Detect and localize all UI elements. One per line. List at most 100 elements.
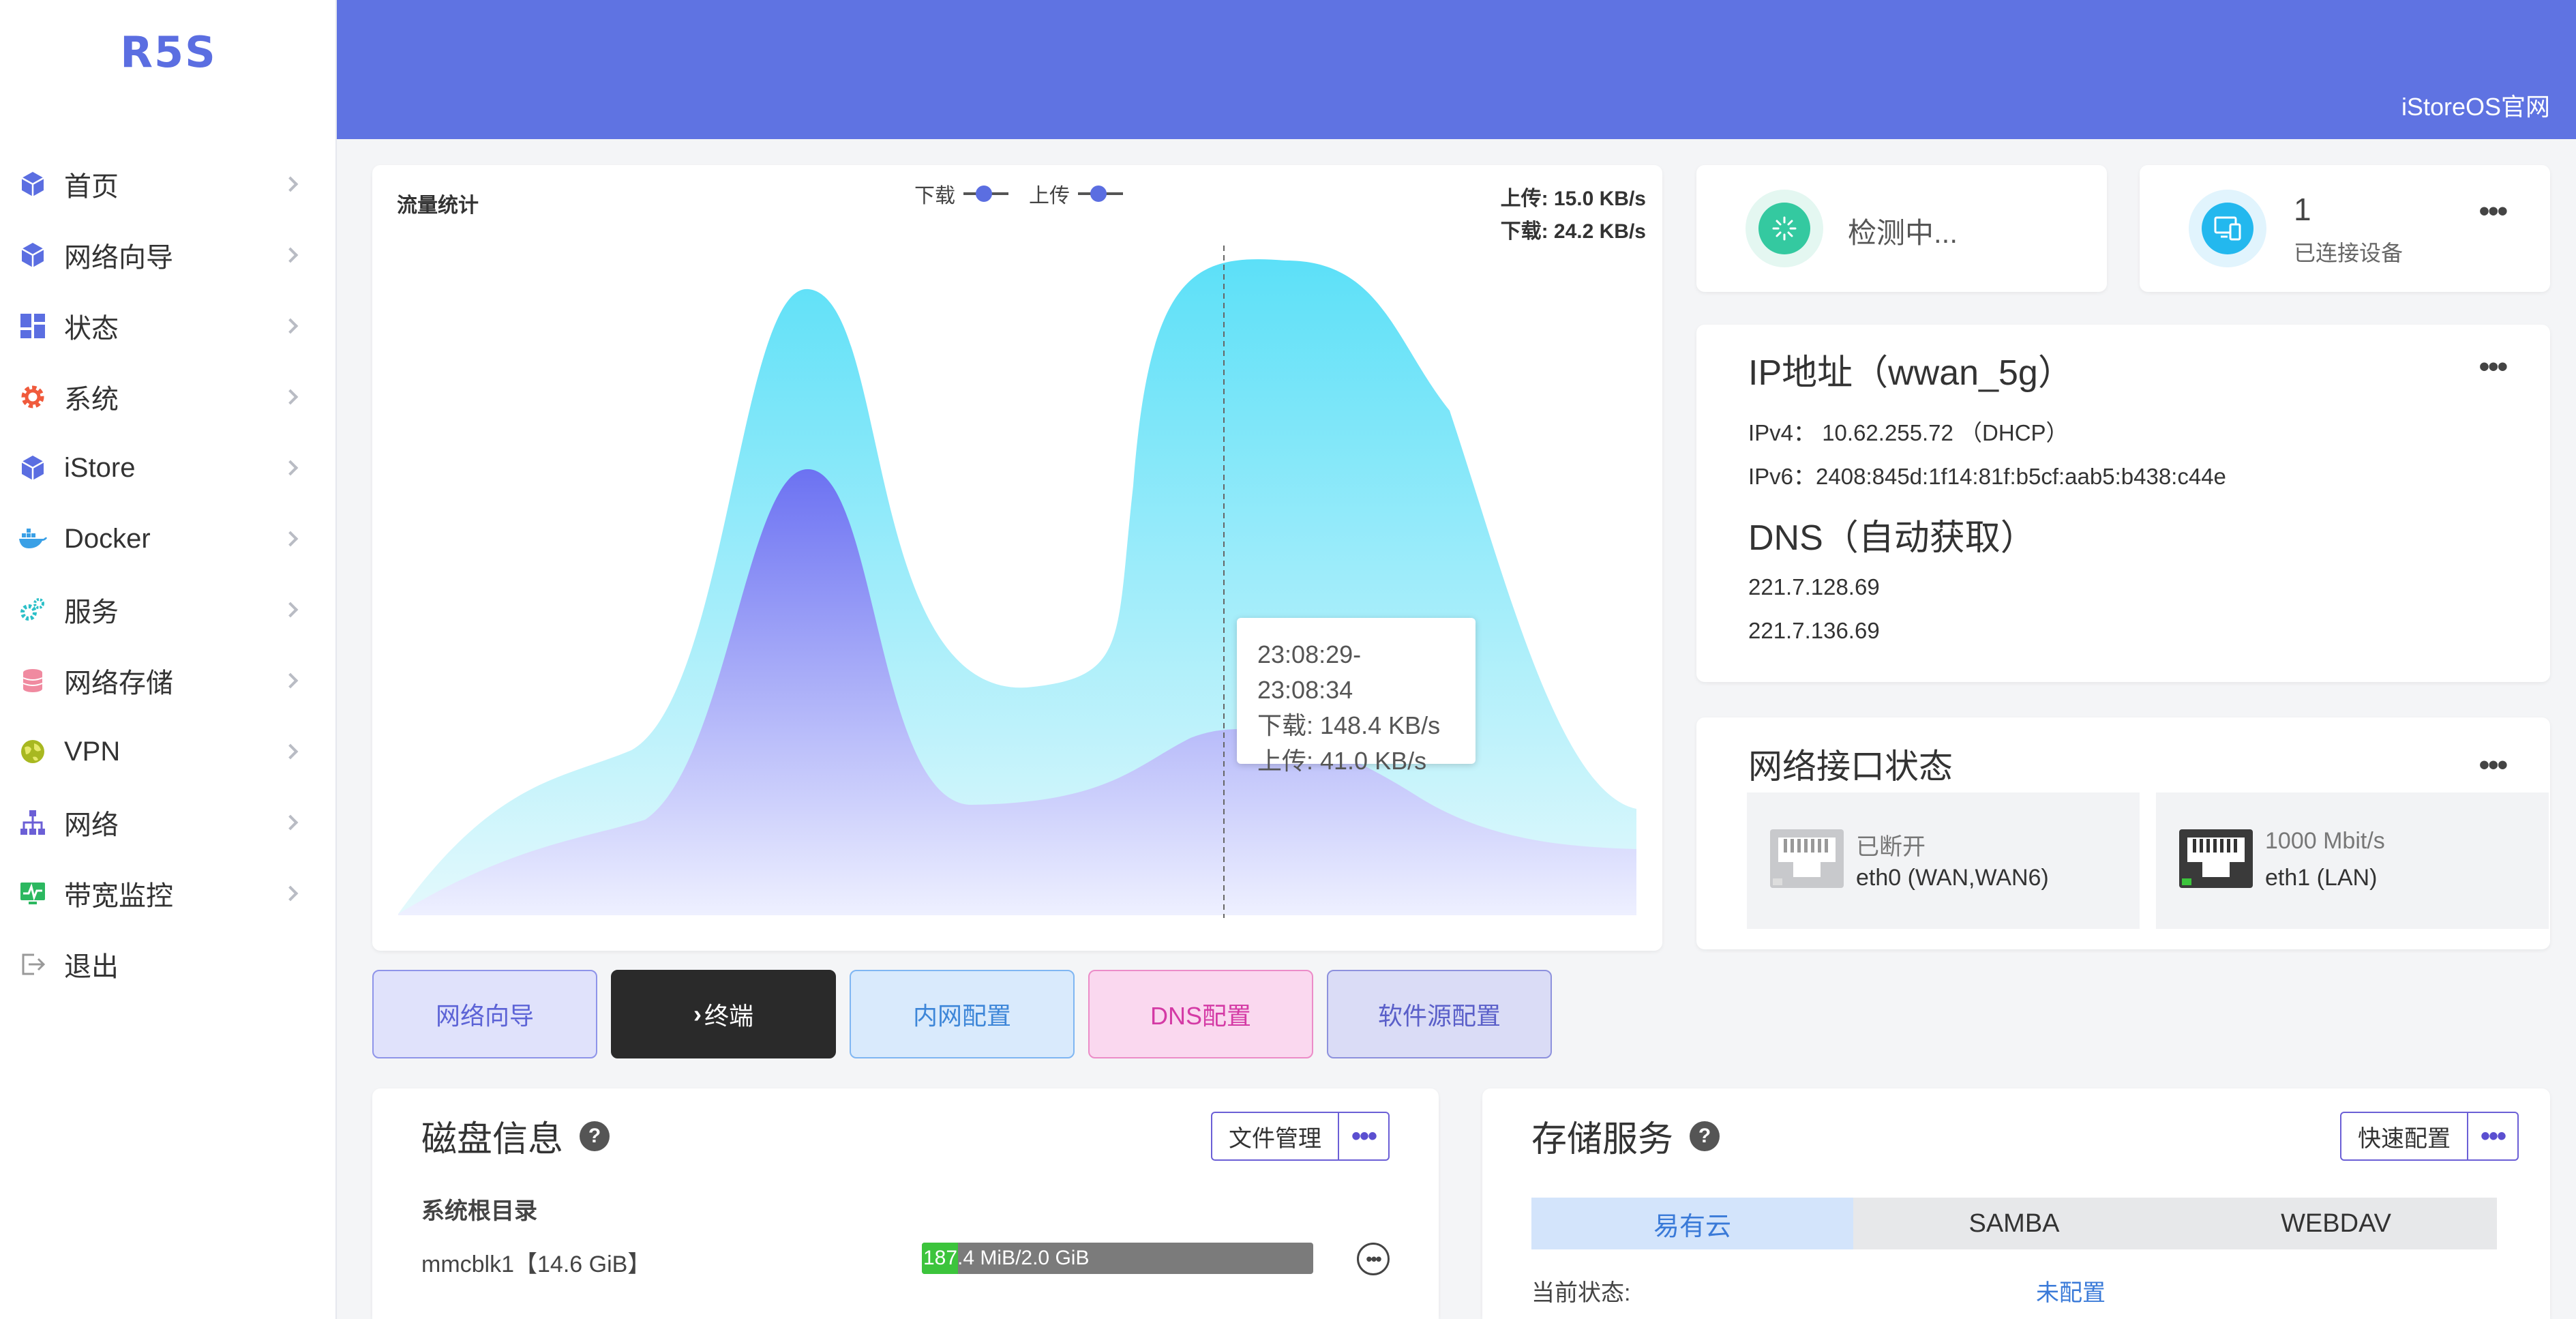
- sidebar-item-system[interactable]: 系统: [0, 361, 337, 432]
- sidebar-item-services[interactable]: 服务: [0, 574, 337, 645]
- sidebar-item-network-wizard[interactable]: 网络向导: [0, 220, 337, 291]
- disk-device: mmcblk1【14.6 GiB】: [421, 1251, 651, 1277]
- database-icon: [18, 666, 48, 696]
- lan-config-button[interactable]: 内网配置: [850, 970, 1075, 1058]
- tab-webdav[interactable]: WEBDAV: [2175, 1198, 2497, 1249]
- sidebar: R5S 首页 网络向导 状态 系统 iStore Docker 服务 网络存储 …: [0, 0, 337, 1319]
- more-icon[interactable]: •••: [2479, 750, 2508, 780]
- file-manager-button[interactable]: 文件管理: [1212, 1113, 1339, 1159]
- tooltip-download: 下载: 148.4 KB/s: [1257, 711, 1441, 739]
- globe-icon: [18, 737, 48, 767]
- more-icon[interactable]: •••: [2468, 1113, 2517, 1159]
- chevron-right-icon: [282, 743, 299, 760]
- more-icon[interactable]: •••: [2479, 196, 2508, 226]
- chevron-right-icon: [282, 460, 299, 476]
- network-wizard-label: 网络向导: [435, 1002, 534, 1030]
- dns-config-button[interactable]: DNS配置: [1088, 970, 1313, 1058]
- tooltip-upload: 上传: 41.0 KB/s: [1257, 747, 1427, 775]
- port-eth0-name: eth0 (WAN,WAN6): [1856, 865, 2049, 891]
- lan-config-label: 内网配置: [912, 1002, 1011, 1030]
- help-icon[interactable]: ?: [580, 1121, 610, 1151]
- sidebar-item-label: 退出: [64, 952, 119, 982]
- sidebar-item-vpn[interactable]: VPN: [0, 716, 337, 787]
- dashboard-icon: [18, 311, 48, 341]
- network-detect-card: 检测中...: [1696, 165, 2107, 292]
- traffic-title: 流量统计: [397, 194, 479, 217]
- terminal-prompt-icon: ›: [693, 1000, 702, 1028]
- sidebar-item-label: 带宽监控: [64, 881, 173, 911]
- chevron-right-icon: [282, 672, 299, 689]
- logout-icon: [18, 949, 48, 979]
- traffic-chart[interactable]: [372, 165, 1662, 951]
- port-eth0[interactable]: 已断开 eth0 (WAN,WAN6): [1747, 792, 2140, 929]
- disk-info-card: 磁盘信息 ? 文件管理 ••• 系统根目录 mmcblk1【14.6 GiB】 …: [372, 1088, 1439, 1319]
- chevron-right-icon: [282, 318, 299, 334]
- rate-download: 下载: 24.2 KB/s: [1500, 220, 1646, 243]
- disk-usage-bar: 187.4 MiB/2.0 GiB: [922, 1243, 1313, 1274]
- sidebar-item-logout[interactable]: 退出: [0, 929, 337, 1000]
- sidebar-item-bandwidth[interactable]: 带宽监控: [0, 858, 337, 929]
- cube-icon: [18, 453, 48, 483]
- port-eth1[interactable]: 1000 Mbit/s eth1 (LAN): [2156, 792, 2549, 929]
- storage-status-value[interactable]: 未配置: [2036, 1274, 2106, 1307]
- cube-icon: [18, 240, 48, 270]
- devices-label: 已连接设备: [2294, 241, 2403, 265]
- detect-status: 检测中...: [1848, 217, 1958, 249]
- dns-title: DNS（自动获取）: [1748, 518, 2036, 558]
- storage-header: 存储服务 ?: [1531, 1110, 1720, 1161]
- more-icon[interactable]: •••: [1339, 1113, 1388, 1159]
- chevron-right-icon: [282, 247, 299, 263]
- disk-usage-text: 187.4 MiB/2.0 GiB: [923, 1247, 1090, 1269]
- sidebar-item-label: 网络: [64, 810, 119, 840]
- chevron-right-icon: [282, 176, 299, 192]
- dns-config-label: DNS配置: [1150, 1002, 1251, 1030]
- chart-tooltip: 23:08:29-23:08:34 下载: 148.4 KB/s 上传: 41.…: [1237, 618, 1476, 775]
- sidebar-item-istore[interactable]: iStore: [0, 432, 337, 503]
- rate-upload: 上传: 15.0 KB/s: [1500, 188, 1646, 210]
- ethernet-port-icon: [2179, 829, 2253, 888]
- tab-samba[interactable]: SAMBA: [1853, 1198, 2175, 1249]
- quick-config-button[interactable]: 快速配置: [2341, 1113, 2468, 1159]
- connected-devices-card[interactable]: 1 已连接设备 •••: [2140, 165, 2550, 292]
- tab-yiyouyun[interactable]: 易有云: [1531, 1198, 1853, 1249]
- network-interfaces-card: 网络接口状态 ••• 已断开 eth0 (WAN,WAN6) 1000 Mbit…: [1696, 717, 2550, 949]
- ipv6-address: IPv6：2408:845d:1f14:81f:b5cf:aab5:b438:c…: [1748, 464, 2226, 489]
- services-icon: [18, 595, 48, 625]
- ipv4-address: IPv4： 10.62.255.72 （DHCP）: [1748, 420, 2069, 445]
- sidebar-item-status[interactable]: 状态: [0, 291, 337, 361]
- docker-icon: [18, 524, 48, 554]
- quick-config-group: 快速配置 •••: [2340, 1112, 2519, 1161]
- disk-more-icon[interactable]: •••: [1357, 1243, 1390, 1275]
- network-icon: [18, 807, 48, 838]
- sidebar-item-label: 网络存储: [64, 668, 173, 698]
- sidebar-item-label: iStore: [64, 452, 136, 483]
- gear-icon: [18, 382, 48, 412]
- storage-status-label: 当前状态:: [1531, 1280, 1631, 1306]
- sidebar-item-home[interactable]: 首页: [0, 149, 337, 220]
- legend-download[interactable]: 下载: [914, 179, 1008, 209]
- terminal-button[interactable]: › 终端: [611, 970, 836, 1058]
- more-icon[interactable]: •••: [2479, 352, 2508, 382]
- tooltip-time: 23:08:29-23:08:34: [1257, 640, 1362, 704]
- legend-marker-icon: [1078, 183, 1123, 204]
- help-icon[interactable]: ?: [1690, 1121, 1720, 1151]
- chevron-right-icon: [282, 814, 299, 831]
- devices-icon: [2189, 190, 2266, 267]
- sidebar-item-nas[interactable]: 网络存储: [0, 645, 337, 716]
- dns-server-2: 221.7.136.69: [1748, 618, 1880, 643]
- software-source-button[interactable]: 软件源配置: [1327, 970, 1552, 1058]
- chevron-right-icon: [282, 389, 299, 405]
- sidebar-item-label: 系统: [64, 385, 119, 415]
- sidebar-item-docker[interactable]: Docker: [0, 503, 337, 574]
- chevron-right-icon: [282, 885, 299, 902]
- devices-count: 1: [2294, 192, 2311, 227]
- port-eth1-status: 1000 Mbit/s: [2265, 828, 2385, 854]
- sidebar-menu: 首页 网络向导 状态 系统 iStore Docker 服务 网络存储 VPN …: [0, 149, 337, 1000]
- istoreos-site-link[interactable]: iStoreOS官网: [2401, 87, 2550, 123]
- legend-upload[interactable]: 上传: [1029, 179, 1123, 209]
- network-wizard-button[interactable]: 网络向导: [372, 970, 597, 1058]
- software-source-label: 软件源配置: [1377, 1002, 1501, 1030]
- sidebar-item-network[interactable]: 网络: [0, 787, 337, 858]
- storage-services-card: 存储服务 ? 快速配置 ••• 易有云 SAMBA WEBDAV 当前状态: 未…: [1482, 1088, 2550, 1319]
- loading-icon: [1746, 190, 1823, 267]
